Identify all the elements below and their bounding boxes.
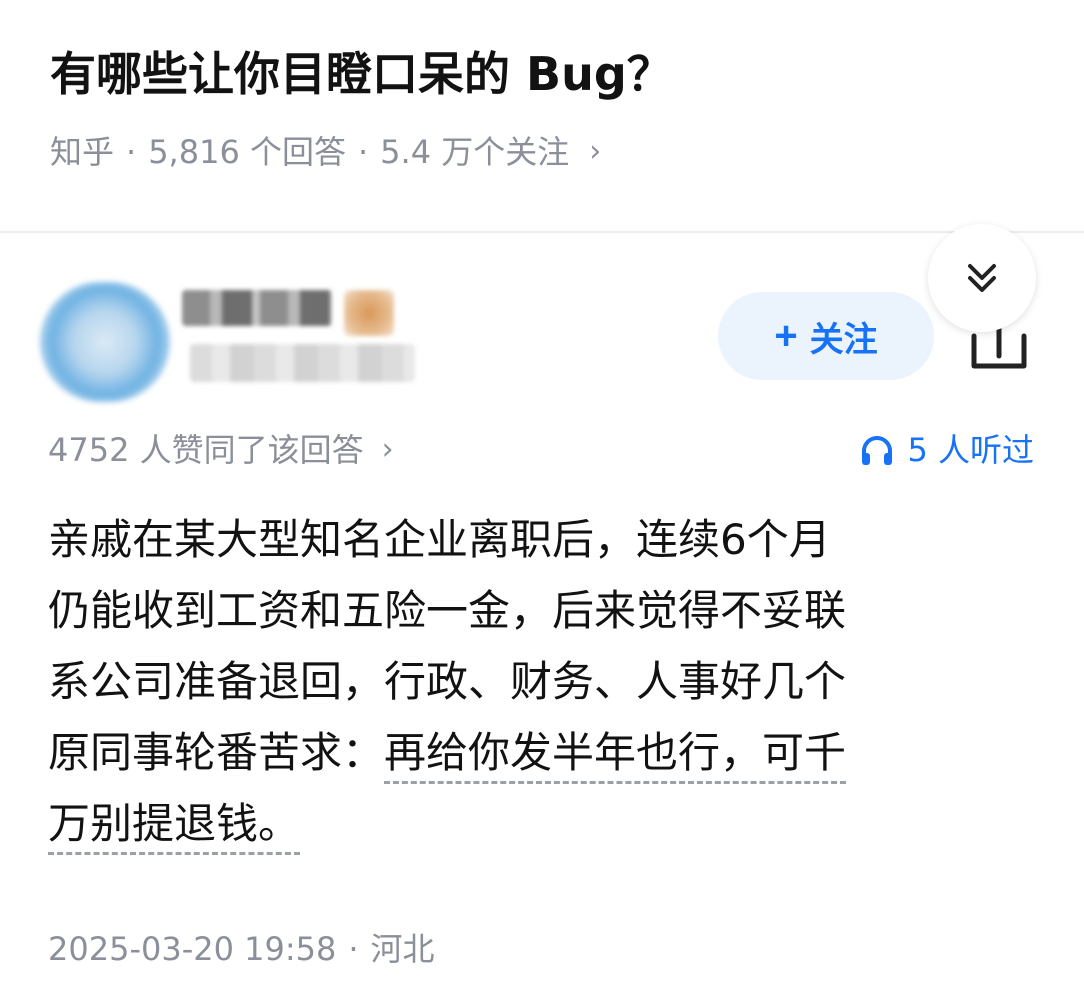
listened-text: 5 人听过 xyxy=(907,431,1034,469)
answer-line: 万别提退钱。 xyxy=(48,788,1038,859)
answer-line: 原同事轮番苦求：再给你发半年也行，可千 xyxy=(48,717,1038,788)
question-title[interactable]: 有哪些让你目瞪口呆的 Bug？ xyxy=(50,44,673,104)
followers-count: 5.4 万个关注 xyxy=(380,133,570,171)
question-meta[interactable]: 知乎 · 5,816 个回答 · 5.4 万个关注 › xyxy=(50,130,601,174)
collapse-button[interactable] xyxy=(928,224,1036,332)
upvote-text: 4752 人赞同了该回答 xyxy=(48,431,364,469)
highlight-phrase[interactable]: 万别提退钱。 xyxy=(48,799,301,855)
timestamp: 2025-03-20 19:58 xyxy=(48,930,337,968)
upvote-summary[interactable]: 4752 人赞同了该回答 › xyxy=(48,428,394,472)
divider xyxy=(0,231,1084,233)
location: 河北 xyxy=(370,930,435,968)
double-chevron-down-icon xyxy=(968,264,996,292)
answer-body[interactable]: 亲戚在某大型知名企业离职后，连续6个月 仍能收到工资和五险一金，后来觉得不妥联 … xyxy=(48,504,1038,859)
answer-line: 仍能收到工资和五险一金，后来觉得不妥联 xyxy=(48,586,847,635)
headphones-icon xyxy=(862,436,893,465)
follow-button[interactable]: + 关注 xyxy=(718,292,934,380)
answers-count: 5,816 个回答 xyxy=(148,133,346,171)
author-bio xyxy=(190,344,415,382)
answer-line: 系公司准备退回，行政、财务、人事好几个 xyxy=(48,657,847,706)
follow-label: 关注 xyxy=(809,320,878,359)
highlight-phrase[interactable]: 再给你发半年也行，可千 xyxy=(384,728,847,784)
avatar[interactable] xyxy=(40,282,170,402)
answer-time: 2025-03-20 19:58 · 河北 xyxy=(48,926,435,972)
plus-icon: + xyxy=(774,313,798,358)
author-badge xyxy=(344,290,394,336)
meta-separator: · xyxy=(348,930,359,968)
listened-count[interactable]: 5 人听过 xyxy=(859,428,1034,472)
author-name[interactable] xyxy=(182,290,332,326)
chevron-right-icon: › xyxy=(589,134,602,169)
meta-separator: · xyxy=(357,133,369,171)
answer-text: 原同事轮番苦求： xyxy=(48,728,385,777)
meta-separator: · xyxy=(126,133,137,171)
question-source: 知乎 xyxy=(50,133,115,171)
chevron-right-icon: › xyxy=(381,432,394,467)
answer-line: 亲戚在某大型知名企业离职后，连续6个月 xyxy=(48,515,831,564)
